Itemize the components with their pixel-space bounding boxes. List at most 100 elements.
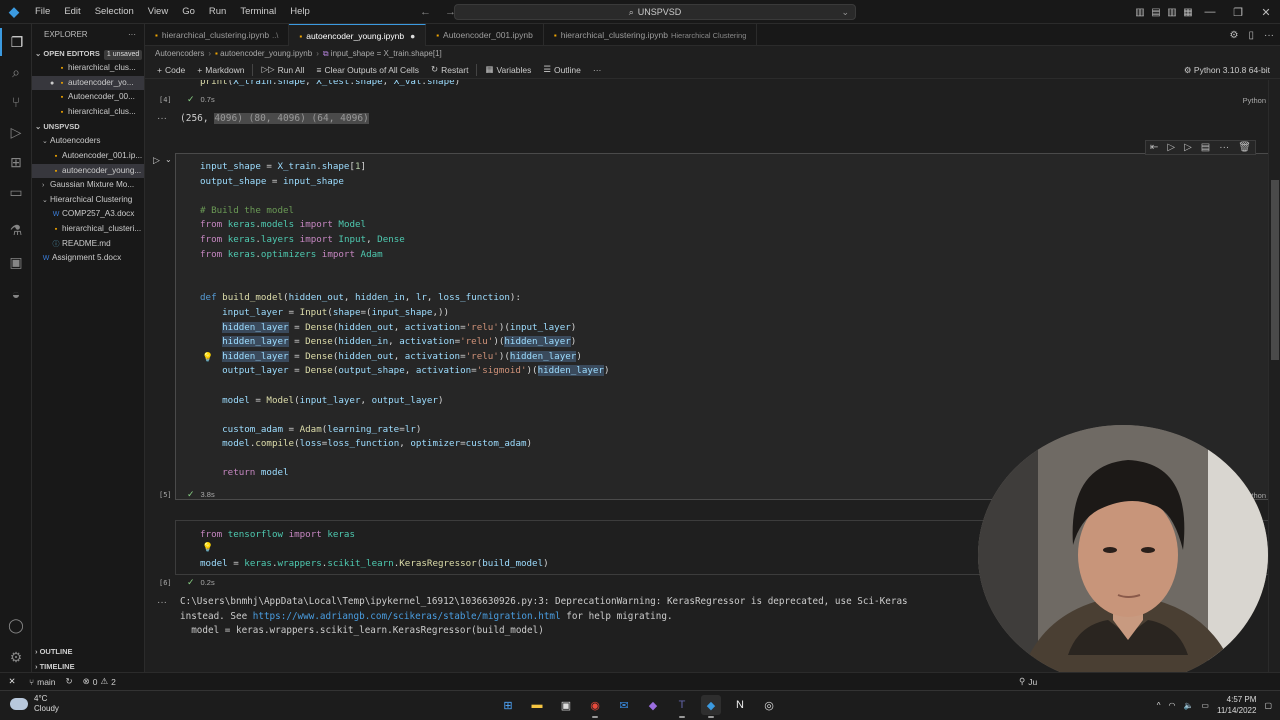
menu-terminal[interactable]: Terminal [233,0,283,24]
lightbulb-icon[interactable]: 💡 [202,352,213,363]
tree-item[interactable]: ⓘ README.md [32,237,144,252]
toggle-panel-icon[interactable]: ▤ [1148,7,1164,18]
breadcrumb-symbol[interactable]: input_shape = X_train.shape[1] [331,49,442,58]
migration-link[interactable]: https://www.adriangb.com/scikeras/stable… [253,611,561,622]
more-actions-icon[interactable]: ··· [128,24,136,46]
run-below-icon[interactable]: ▷ [1184,142,1192,153]
testing-icon[interactable]: ⚗ [0,216,32,244]
file-explorer-icon[interactable]: ▬ [527,695,547,715]
store-icon[interactable]: ▣ [556,695,576,715]
cell-4-code[interactable]: print(X_train.shape, X_test.shape, X_val… [200,80,460,90]
run-debug-icon[interactable]: ▷ [0,118,32,146]
add-code-cell-button[interactable]: + Code [151,65,191,75]
outline-button[interactable]: ☰ Outline [537,64,587,75]
compare-icon[interactable]: ⚙ [1230,30,1239,41]
obs-icon[interactable]: ◎ [759,695,779,715]
obsidian-icon[interactable]: ◆ [643,695,663,715]
minimize-button[interactable]: — [1196,6,1224,18]
search-icon[interactable]: ⌕ [0,58,32,86]
toggle-secondary-sidebar-icon[interactable]: ▥ [1164,7,1180,18]
tree-item[interactable]: ⌄ Hierarchical Clustering [32,193,144,208]
menu-edit[interactable]: Edit [57,0,87,24]
execute-below-icon[interactable]: ▷ [1167,142,1175,153]
timeline-section[interactable]: › TIMELINE [32,659,144,672]
restart-button[interactable]: ↻ Restart [425,64,475,75]
output-more-icon[interactable]: ··· [157,597,167,608]
mail-icon[interactable]: ✉ [614,695,634,715]
extensions-icon[interactable]: ⊞ [0,148,32,176]
windows-start-icon[interactable]: ⊞ [498,695,518,715]
clock[interactable]: 4:57 PM 11/14/2022 [1217,694,1256,716]
problems-indicator[interactable]: ⊗ 0 ⚠ 2 [78,676,121,687]
volume-icon[interactable]: 🔈 [1183,701,1193,710]
cell-5-code[interactable]: input_shape = X_train.shape[1] output_sh… [200,160,610,481]
maximize-button[interactable]: ❐ [1224,6,1252,19]
breadcrumb-folder[interactable]: Autoencoders [155,49,204,58]
tree-item[interactable]: ▪ autoencoder_young... [32,163,144,179]
open-editor-item[interactable]: ▪ hierarchical_clus... [32,61,144,76]
menu-go[interactable]: Go [175,0,202,24]
vscode-taskbar-icon[interactable]: ◆ [701,695,721,718]
tab-0[interactable]: ▪ hierarchical_clustering.ipynb ..\ [145,24,290,46]
jupyter-status[interactable]: ⚲ Ju [1014,676,1042,687]
toggle-sidebar-icon[interactable]: ▥ [1132,7,1148,18]
toolbar-more-button[interactable]: ··· [587,65,608,75]
back-arrow-icon[interactable]: ← [420,6,431,18]
cell-4-language[interactable]: Python [1243,96,1266,105]
open-editor-item[interactable]: ● ▪ autoencoder_yo... [32,75,144,91]
source-control-icon[interactable]: ⑂ [0,88,32,116]
tray-chevron-icon[interactable]: ^ [1157,701,1161,710]
tab-2[interactable]: ▪ Autoencoder_001.ipynb [426,24,544,46]
branch-indicator[interactable]: ⑂ main [24,677,61,687]
open-editors-header[interactable]: ⌄ OPEN EDITORS 1 unsaved [32,46,144,61]
split-editor-icon[interactable]: ▯ [1248,30,1254,41]
execute-above-icon[interactable]: ⇤ [1150,142,1158,153]
notification-icon[interactable]: ▢ [1264,701,1272,710]
menu-help[interactable]: Help [283,0,317,24]
tab-dirty[interactable]: ● [410,31,415,41]
sync-button[interactable]: ↻ [61,676,78,687]
clear-outputs-button[interactable]: ≡ Clear Outputs of All Cells [311,65,425,75]
jupyter-icon[interactable]: ▣ [0,248,32,276]
settings-gear-icon[interactable]: ⚙ [0,643,32,671]
tree-item[interactable]: ▪ Autoencoder_001.ip... [32,149,144,164]
notion-icon[interactable]: N [730,695,750,715]
weather-widget[interactable]: 4°C Cloudy [10,694,59,714]
output-more-icon[interactable]: ··· [157,113,167,124]
run-cell-icon[interactable]: ▷ [153,155,160,166]
customize-layout-icon[interactable]: ▦ [1180,7,1196,18]
accounts-icon[interactable]: ◯ [0,611,32,639]
close-button[interactable]: ✕ [1252,6,1280,19]
run-options-chevron-icon[interactable]: ⌄ [165,155,172,164]
tree-item[interactable]: W COMP257_A3.docx [32,207,144,222]
kernel-picker[interactable]: ⚙ Python 3.10.8 64-bit [1184,61,1270,79]
menu-run[interactable]: Run [202,0,233,24]
variables-button[interactable]: ▦ Variables [479,64,537,75]
menu-view[interactable]: View [141,0,175,24]
more-cell-actions-icon[interactable]: ··· [1219,142,1229,153]
docker-icon[interactable]: ◒ [0,280,32,308]
open-editor-item[interactable]: ▪ hierarchical_clus... [32,105,144,120]
chevron-down-icon[interactable]: ⌄ [841,7,849,18]
open-editor-item[interactable]: ▪ Autoencoder_00... [32,90,144,105]
remote-indicator-icon[interactable]: ✕ [0,672,24,691]
tree-item[interactable]: W Assignment 5.docx [32,251,144,266]
tree-item[interactable]: › Gaussian Mixture Mo... [32,178,144,193]
outline-section[interactable]: › OUTLINE [32,644,144,659]
cell-6-code[interactable]: from tensorflow import keras model = ker… [200,528,549,572]
command-center-search[interactable]: ⌕ UNSPVSD ⌄ [454,4,856,20]
workspace-header[interactable]: ⌄ UNSPVSD [32,119,144,134]
teams-icon[interactable]: T [672,695,692,718]
menu-selection[interactable]: Selection [88,0,141,24]
run-all-button[interactable]: ▷▷ Run All [255,64,310,75]
more-actions-icon[interactable]: ··· [1264,30,1274,41]
wifi-icon[interactable]: ◠ [1168,701,1175,710]
tree-item[interactable]: ⌄ Autoencoders [32,134,144,149]
breadcrumb-file[interactable]: autoencoder_young.ipynb [220,49,312,58]
tree-item[interactable]: ▪ hierarchical_clusteri... [32,222,144,237]
add-markdown-cell-button[interactable]: + Markdown [191,65,250,75]
editor-scrollbar[interactable] [1268,80,1280,672]
remote-explorer-icon[interactable]: ▭ [0,178,32,206]
tab-1[interactable]: ▪ autoencoder_young.ipynb ● [289,24,427,46]
explorer-icon[interactable]: ❐ [0,28,32,56]
